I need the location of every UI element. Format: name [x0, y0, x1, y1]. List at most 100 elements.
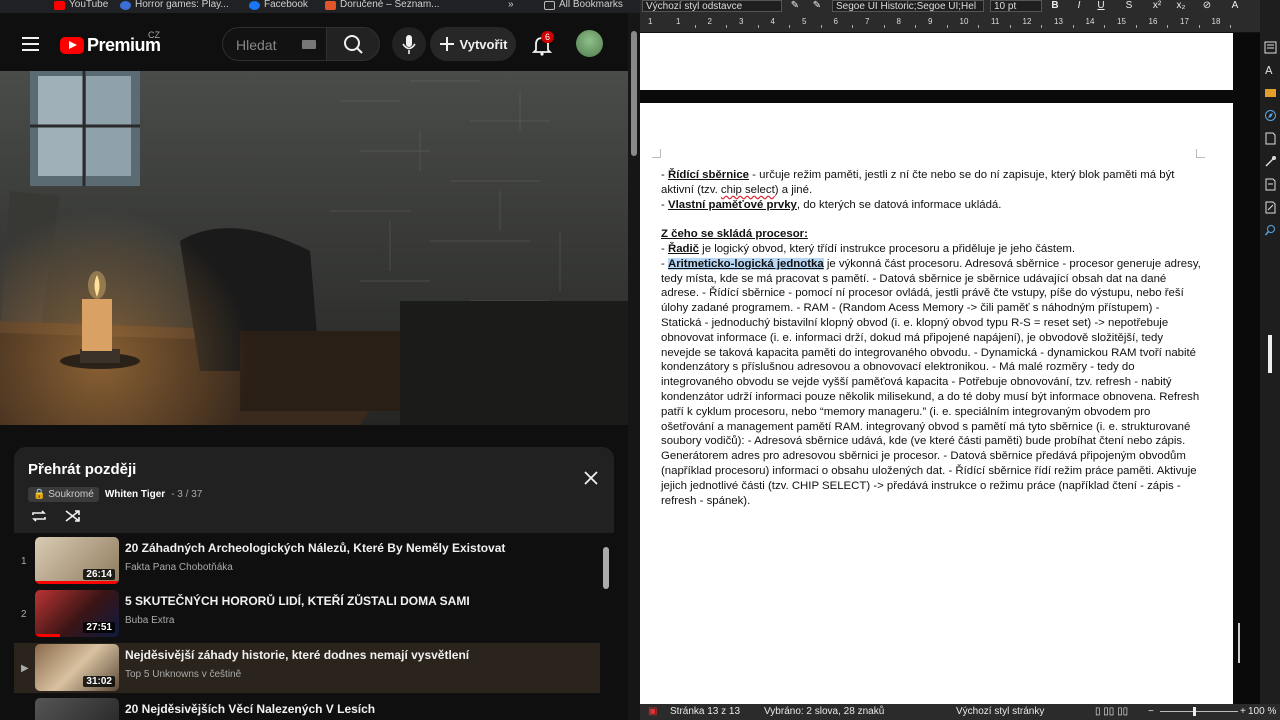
- page-style[interactable]: Výchozí styl stránky: [956, 706, 1044, 717]
- ruler-label: 7: [865, 17, 870, 26]
- page-scrollbar[interactable]: [628, 13, 640, 720]
- italic-button[interactable]: I: [1072, 0, 1086, 12]
- properties-icon[interactable]: [1264, 41, 1277, 54]
- bold-button[interactable]: B: [1048, 0, 1062, 12]
- font-size-select[interactable]: 10 pt: [990, 0, 1042, 12]
- playlist-item[interactable]: 1 26:14 20 Záhadných Archeologických Nál…: [14, 536, 600, 586]
- strikethrough-icon[interactable]: S: [1122, 0, 1136, 12]
- superscript-icon[interactable]: x²: [1150, 0, 1164, 12]
- horizontal-ruler[interactable]: 1 1 2 3 4 5 6 7 8 9 10 11 12 13 14 15 16 17 18: [640, 13, 1260, 33]
- playlist-scrollbar[interactable]: [602, 535, 610, 715]
- loop-icon[interactable]: [30, 507, 48, 525]
- all-bookmarks-button[interactable]: All Bookmarks: [544, 0, 623, 10]
- scrollbar-thumb[interactable]: [603, 547, 609, 589]
- folder-icon: [544, 0, 555, 10]
- shuffle-icon[interactable]: [64, 507, 82, 525]
- playlist-panel: Přehrát později 🔒 Soukromé Whiten Tiger …: [14, 447, 614, 720]
- zoom-slider[interactable]: [1160, 711, 1238, 712]
- doc-paragraph: - Řídící sběrnice - určuje režim paměti,…: [661, 169, 1175, 196]
- video-title[interactable]: Nejděsivější záhady historie, které dodn…: [125, 648, 595, 662]
- bookmark-horror-games[interactable]: Horror games: Play...: [120, 0, 229, 10]
- playlist-title[interactable]: Přehrát později: [28, 461, 600, 478]
- style-update-icon[interactable]: ✎: [788, 0, 802, 12]
- scrollbar-thumb[interactable]: [631, 31, 637, 156]
- formatting-toolbar: Výchozí styl odstavce ✎ ✎ Segoe UI Histo…: [640, 0, 1260, 13]
- bookmark-facebook[interactable]: Facebook: [249, 0, 308, 10]
- style-new-icon[interactable]: ✎: [810, 0, 824, 12]
- youtube-premium-logo[interactable]: Premium CZ: [60, 30, 161, 56]
- video-title[interactable]: 20 Záhadných Archeologických Nálezů, Kte…: [125, 541, 595, 555]
- search-input[interactable]: Hledat: [222, 27, 326, 61]
- page-indicator[interactable]: Stránka 13 z 13: [670, 706, 740, 717]
- font-color-icon[interactable]: A: [1228, 0, 1242, 12]
- playlist-item[interactable]: 20 Nejděsivějších Věcí Nalezených V Lesí…: [14, 697, 600, 720]
- find-icon[interactable]: [1264, 224, 1277, 237]
- document-scrollbar[interactable]: [1233, 33, 1260, 704]
- paragraph-style-select[interactable]: Výchozí styl odstavce: [642, 0, 782, 12]
- clear-formatting-icon[interactable]: ⊘: [1200, 0, 1214, 12]
- channel-name[interactable]: Buba Extra: [125, 615, 174, 626]
- avatar[interactable]: [576, 30, 603, 57]
- playlist-owner[interactable]: Whiten Tiger: [105, 489, 165, 500]
- gallery-icon[interactable]: [1264, 86, 1277, 99]
- zoom-out-icon[interactable]: −: [1148, 706, 1154, 717]
- bookmark-youtube[interactable]: YouTube: [54, 0, 108, 10]
- channel-name[interactable]: Fakta Pana Chobotňáka: [125, 562, 233, 573]
- document-text[interactable]: - Řídící sběrnice - určuje režim paměti,…: [661, 168, 1201, 508]
- doc-paragraph: - Řadič je logický obvod, který třídí in…: [661, 242, 1076, 255]
- style-inspector-icon[interactable]: [1264, 155, 1277, 168]
- doc-text: ) a jiné.: [774, 183, 813, 196]
- document-area: - Řídící sběrnice - určuje režim paměti,…: [640, 33, 1260, 720]
- subscript-icon[interactable]: x₂: [1174, 0, 1188, 12]
- scrollbar-thumb[interactable]: [1238, 623, 1240, 663]
- watch-progress-bar: [35, 581, 119, 584]
- selected-text[interactable]: Aritmeticko-logická jednotka: [667, 257, 824, 270]
- create-button[interactable]: Vytvořit: [430, 27, 516, 61]
- manage-changes-icon[interactable]: [1264, 178, 1277, 191]
- channel-name[interactable]: Top 5 Unknowns v češtině: [125, 669, 241, 680]
- bookmark-seznam[interactable]: Doručené – Seznam...: [325, 0, 440, 10]
- zoom-level[interactable]: 100 %: [1248, 706, 1276, 717]
- navigator-icon[interactable]: [1264, 109, 1277, 122]
- styles-icon[interactable]: A: [1264, 63, 1277, 76]
- ruler-scale: 1 1 2 3 4 5 6 7 8 9 10 11 12 13 14 15 16 17 18: [640, 16, 1260, 30]
- bookmark-label: Doručené – Seznam...: [340, 0, 440, 10]
- video-thumbnail[interactable]: 26:14: [35, 537, 119, 584]
- ruler-tick: [852, 25, 854, 28]
- bookmark-label: Horror games: Play...: [135, 0, 229, 10]
- design-icon[interactable]: [1264, 201, 1277, 214]
- zoom-in-icon[interactable]: +: [1240, 706, 1246, 717]
- video-thumbnail[interactable]: [35, 698, 119, 720]
- video-title[interactable]: 20 Nejděsivějších Věcí Nalezených V Lesí…: [125, 702, 595, 716]
- video-player[interactable]: [0, 71, 628, 425]
- ruler-tick: [694, 25, 696, 28]
- video-frame: [0, 71, 628, 425]
- voice-search-button[interactable]: [392, 27, 426, 61]
- sidebar-toggle-handle[interactable]: [1268, 335, 1272, 373]
- zoom-slider-handle[interactable]: [1193, 707, 1196, 716]
- save-status-icon[interactable]: ▣: [648, 706, 657, 717]
- video-thumbnail[interactable]: 31:02: [35, 644, 119, 691]
- page-icon[interactable]: [1264, 132, 1277, 145]
- video-title[interactable]: 5 SKUTEČNÝCH HORORŮ LIDÍ, KTEŘÍ ZŮSTALI …: [125, 594, 595, 608]
- close-playlist-button[interactable]: [584, 471, 598, 485]
- word-count[interactable]: Vybráno: 2 slova, 28 znaků: [764, 706, 884, 717]
- keyboard-icon[interactable]: [302, 40, 316, 49]
- menu-icon[interactable]: [22, 37, 39, 51]
- view-layout-icons[interactable]: ▯ ▯▯ ▯▯: [1095, 706, 1128, 717]
- bookmarks-overflow-button[interactable]: »: [508, 0, 514, 10]
- font-name-select[interactable]: Segoe UI Historic;Segoe UI;Hel: [832, 0, 984, 12]
- notification-badge: 6: [541, 31, 555, 43]
- underline-button[interactable]: U: [1094, 0, 1108, 12]
- globe-icon: [120, 0, 131, 10]
- svg-text:A: A: [1265, 64, 1273, 76]
- playlist-item[interactable]: 2 27:51 5 SKUTEČNÝCH HORORŮ LIDÍ, KTEŘÍ …: [14, 589, 600, 639]
- term-bold: Řídící sběrnice: [667, 169, 749, 181]
- doc-text: chip select: [720, 183, 775, 196]
- ruler-tick: [1198, 25, 1200, 28]
- search-button[interactable]: [326, 27, 380, 61]
- video-thumbnail[interactable]: 27:51: [35, 590, 119, 637]
- playlist-item-current[interactable]: ▶ 31:02 Nejděsivější záhady historie, kt…: [14, 643, 600, 693]
- doc-text: je výkonná část procesoru.: [823, 257, 965, 270]
- writer-window: Výchozí styl odstavce ✎ ✎ Segoe UI Histo…: [640, 0, 1280, 720]
